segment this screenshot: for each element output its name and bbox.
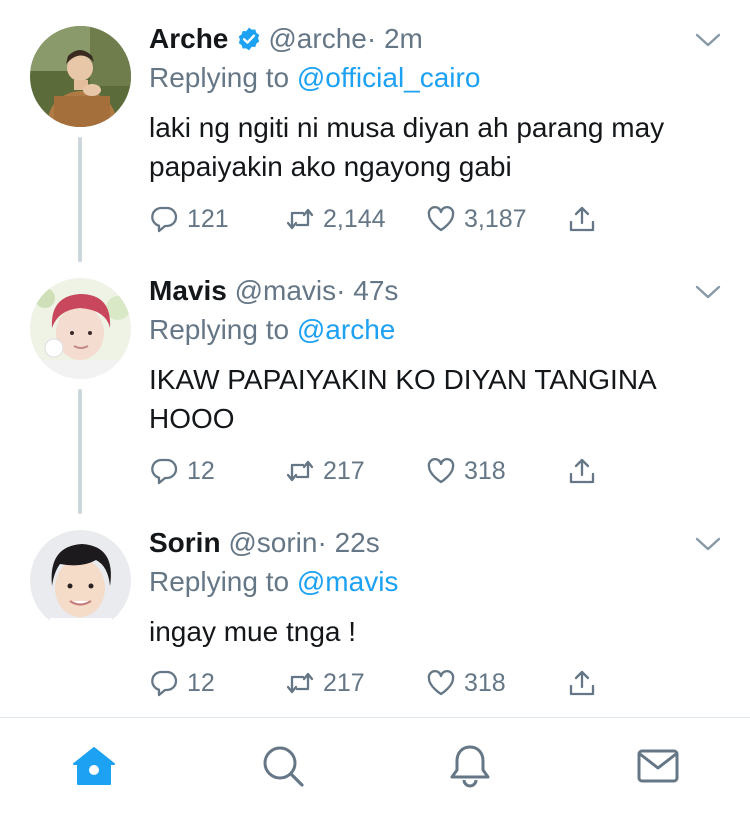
mention-link[interactable]: @arche <box>297 314 395 345</box>
tweet-text: laki ng ngiti ni musa diyan ah parang ma… <box>149 112 665 182</box>
reply-button[interactable]: 12 <box>149 453 215 489</box>
share-button[interactable] <box>567 665 597 701</box>
retweet-button[interactable]: 2,144 <box>285 201 386 237</box>
timestamp: · 2m <box>366 23 423 54</box>
like-count: 3,187 <box>464 204 527 233</box>
like-count: 318 <box>464 668 506 697</box>
mail-icon[interactable] <box>634 742 682 790</box>
timestamp: · 22s <box>317 527 380 558</box>
retweet-icon <box>286 460 314 482</box>
thread-line <box>78 137 82 262</box>
handle[interactable]: @arche <box>268 23 366 54</box>
reply-button[interactable]: 12 <box>149 665 215 701</box>
chevron-down-icon[interactable] <box>694 30 722 50</box>
home-icon[interactable] <box>70 742 118 790</box>
reply-count: 121 <box>187 204 229 233</box>
avatar[interactable] <box>30 278 131 379</box>
timestamp: · 47s <box>336 275 399 306</box>
retweet-count: 217 <box>323 668 365 697</box>
display-name[interactable]: Sorin <box>149 527 221 558</box>
replying-to: Replying to @mavis <box>149 565 398 599</box>
like-button[interactable]: 318 <box>426 665 506 701</box>
thread-line <box>78 389 82 514</box>
reply-icon <box>151 670 178 697</box>
tweet-text: IKAW PAPAIYAKIN KO DIYAN TANGINA HOOO <box>149 364 656 434</box>
tweet-text: ingay mue tnga ! <box>149 616 357 647</box>
retweet-count: 2,144 <box>323 204 386 233</box>
mention-link[interactable]: @official_cairo <box>297 62 481 93</box>
share-button[interactable] <box>567 453 597 489</box>
tweet-actions: 121 2,144 3,187 <box>149 201 609 237</box>
tweet-header: Sorin @sorin· 22s <box>149 526 380 560</box>
chevron-down-icon[interactable] <box>694 534 722 554</box>
display-name[interactable]: Mavis <box>149 275 227 306</box>
tweet-header: Mavis @mavis· 47s <box>149 274 398 308</box>
heart-icon <box>427 458 455 484</box>
search-icon[interactable] <box>259 742 307 790</box>
handle[interactable]: @sorin <box>228 527 317 558</box>
bottom-tab-bar <box>0 718 750 816</box>
replying-to-label: Replying to <box>149 314 290 345</box>
retweet-icon <box>286 672 314 694</box>
retweet-count: 217 <box>323 456 365 485</box>
display-name[interactable]: Arche <box>149 23 228 54</box>
avatar[interactable] <box>30 26 131 127</box>
mention-link[interactable]: @mavis <box>297 566 399 597</box>
tweet-actions: 12 217 318 <box>149 453 609 489</box>
reply-count: 12 <box>187 668 215 697</box>
share-icon <box>569 458 595 484</box>
like-button[interactable]: 318 <box>426 453 506 489</box>
tweet-header: Arche @arche· 2m <box>149 22 423 56</box>
heart-icon <box>427 206 455 232</box>
replying-to-label: Replying to <box>149 62 290 93</box>
retweet-icon <box>286 208 314 230</box>
reply-button[interactable]: 121 <box>149 201 229 237</box>
share-button[interactable] <box>567 201 597 237</box>
tweet-actions: 12 217 318 <box>149 665 609 701</box>
retweet-button[interactable]: 217 <box>285 665 365 701</box>
bell-icon[interactable] <box>446 742 494 790</box>
verified-badge-icon <box>239 27 260 51</box>
replying-to: Replying to @official_cairo <box>149 61 480 95</box>
reply-icon <box>151 206 178 233</box>
handle[interactable]: @mavis <box>235 275 337 306</box>
reply-count: 12 <box>187 456 215 485</box>
reply-icon <box>151 458 178 485</box>
replying-to-label: Replying to <box>149 566 290 597</box>
share-icon <box>569 206 595 232</box>
like-button[interactable]: 3,187 <box>426 201 527 237</box>
share-icon <box>569 670 595 696</box>
retweet-button[interactable]: 217 <box>285 453 365 489</box>
like-count: 318 <box>464 456 506 485</box>
avatar[interactable] <box>30 530 131 631</box>
replying-to: Replying to @arche <box>149 313 395 347</box>
chevron-down-icon[interactable] <box>694 282 722 302</box>
heart-icon <box>427 670 455 696</box>
